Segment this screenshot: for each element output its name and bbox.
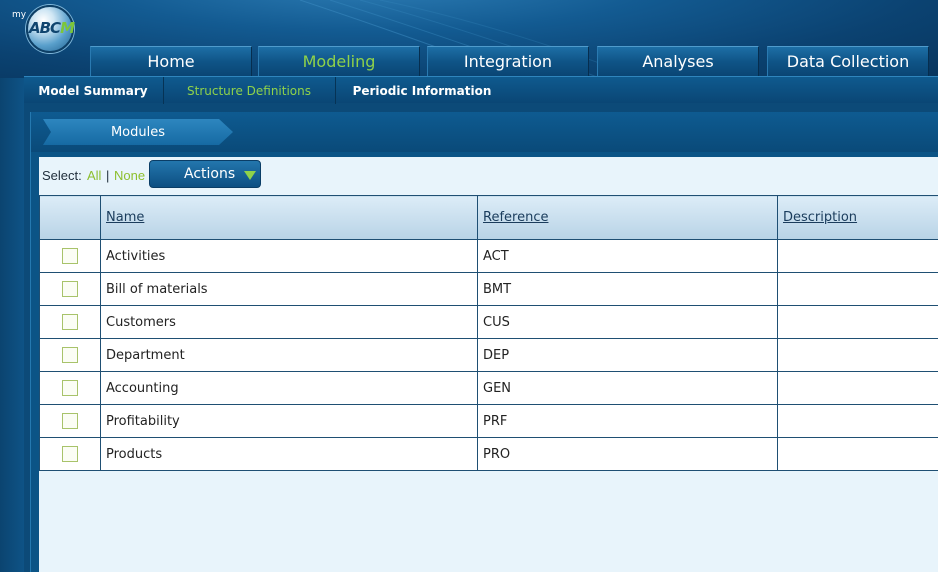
logo-m-text: M: [60, 19, 75, 37]
tab-integration[interactable]: Integration: [427, 46, 589, 76]
tab-data-collection[interactable]: Data Collection: [767, 46, 929, 76]
cell-description: [777, 437, 938, 471]
table-row[interactable]: Activities ACT: [39, 239, 938, 273]
modules-table: Name Reference Description Activities AC…: [39, 195, 938, 471]
row-checkbox[interactable]: [62, 380, 78, 396]
actions-label: Actions: [184, 166, 236, 182]
caret-down-icon: [244, 171, 256, 180]
row-checkbox[interactable]: [62, 413, 78, 429]
sort-by-reference-link[interactable]: Reference: [483, 210, 548, 225]
logo-abcm-text: ABCM: [29, 19, 75, 37]
cell-reference: GEN: [477, 371, 778, 405]
modules-table-wrapper: Name Reference Description Activities AC…: [39, 195, 938, 471]
row-select-cell: [39, 437, 101, 471]
row-select-cell: [39, 371, 101, 405]
row-checkbox[interactable]: [62, 314, 78, 330]
selection-toolbar: Select: All | None Actions: [39, 157, 938, 195]
cell-description: [777, 305, 938, 339]
breadcrumb-bar: Modules: [31, 112, 938, 152]
modules-content: Select: All | None Actions Name Referenc…: [39, 157, 938, 572]
sort-by-description-link[interactable]: Description: [783, 210, 857, 225]
select-all-link[interactable]: All: [87, 168, 101, 183]
row-checkbox[interactable]: [62, 248, 78, 264]
app-logo[interactable]: my ABCM: [10, 3, 80, 53]
cell-reference: PRF: [477, 404, 778, 438]
cell-reference: BMT: [477, 272, 778, 306]
cell-name[interactable]: Profitability: [100, 404, 478, 438]
cell-description: [777, 239, 938, 273]
table-row[interactable]: Accounting GEN: [39, 371, 938, 405]
column-header-select: [39, 195, 101, 240]
row-select-cell: [39, 404, 101, 438]
cell-reference: CUS: [477, 305, 778, 339]
table-row[interactable]: Products PRO: [39, 437, 938, 471]
cell-reference: PRO: [477, 437, 778, 471]
tab-modeling[interactable]: Modeling: [258, 46, 420, 76]
sort-by-name-link[interactable]: Name: [106, 210, 144, 225]
table-row[interactable]: Bill of materials BMT: [39, 272, 938, 306]
table-row[interactable]: Customers CUS: [39, 305, 938, 339]
cell-reference: DEP: [477, 338, 778, 372]
breadcrumb-modules[interactable]: Modules: [43, 119, 233, 145]
row-select-cell: [39, 239, 101, 273]
table-header-row: Name Reference Description: [39, 195, 938, 240]
select-none-link[interactable]: None: [114, 168, 145, 183]
table-row[interactable]: Department DEP: [39, 338, 938, 372]
row-select-cell: [39, 338, 101, 372]
cell-description: [777, 338, 938, 372]
table-row[interactable]: Profitability PRF: [39, 404, 938, 438]
cell-name[interactable]: Activities: [100, 239, 478, 273]
sub-navigation: Model Summary Structure Definitions Peri…: [24, 76, 938, 104]
cell-name[interactable]: Products: [100, 437, 478, 471]
content-panel: Modules Select: All | None Actions Name …: [30, 112, 938, 572]
tab-analyses[interactable]: Analyses: [597, 46, 759, 76]
column-header-name[interactable]: Name: [100, 195, 478, 240]
column-header-reference[interactable]: Reference: [477, 195, 778, 240]
logo-my-text: my: [12, 10, 27, 20]
column-header-description[interactable]: Description: [777, 195, 938, 240]
row-checkbox[interactable]: [62, 446, 78, 462]
cell-reference: ACT: [477, 239, 778, 273]
select-separator: |: [106, 168, 110, 183]
actions-dropdown-button[interactable]: Actions: [149, 160, 261, 188]
row-checkbox[interactable]: [62, 347, 78, 363]
logo-abc-text: ABC: [29, 19, 61, 37]
row-select-cell: [39, 272, 101, 306]
cell-description: [777, 272, 938, 306]
cell-name[interactable]: Department: [100, 338, 478, 372]
select-label: Select:: [42, 168, 82, 183]
tab-home[interactable]: Home: [90, 46, 252, 76]
subnav-structure-definitions[interactable]: Structure Definitions: [164, 77, 334, 104]
cell-name[interactable]: Customers: [100, 305, 478, 339]
subnav-periodic-information[interactable]: Periodic Information: [336, 77, 508, 104]
cell-name[interactable]: Accounting: [100, 371, 478, 405]
cell-description: [777, 371, 938, 405]
subnav-model-summary[interactable]: Model Summary: [24, 77, 162, 104]
cell-description: [777, 404, 938, 438]
left-edge-strip: [0, 78, 24, 572]
row-checkbox[interactable]: [62, 281, 78, 297]
row-select-cell: [39, 305, 101, 339]
cell-name[interactable]: Bill of materials: [100, 272, 478, 306]
